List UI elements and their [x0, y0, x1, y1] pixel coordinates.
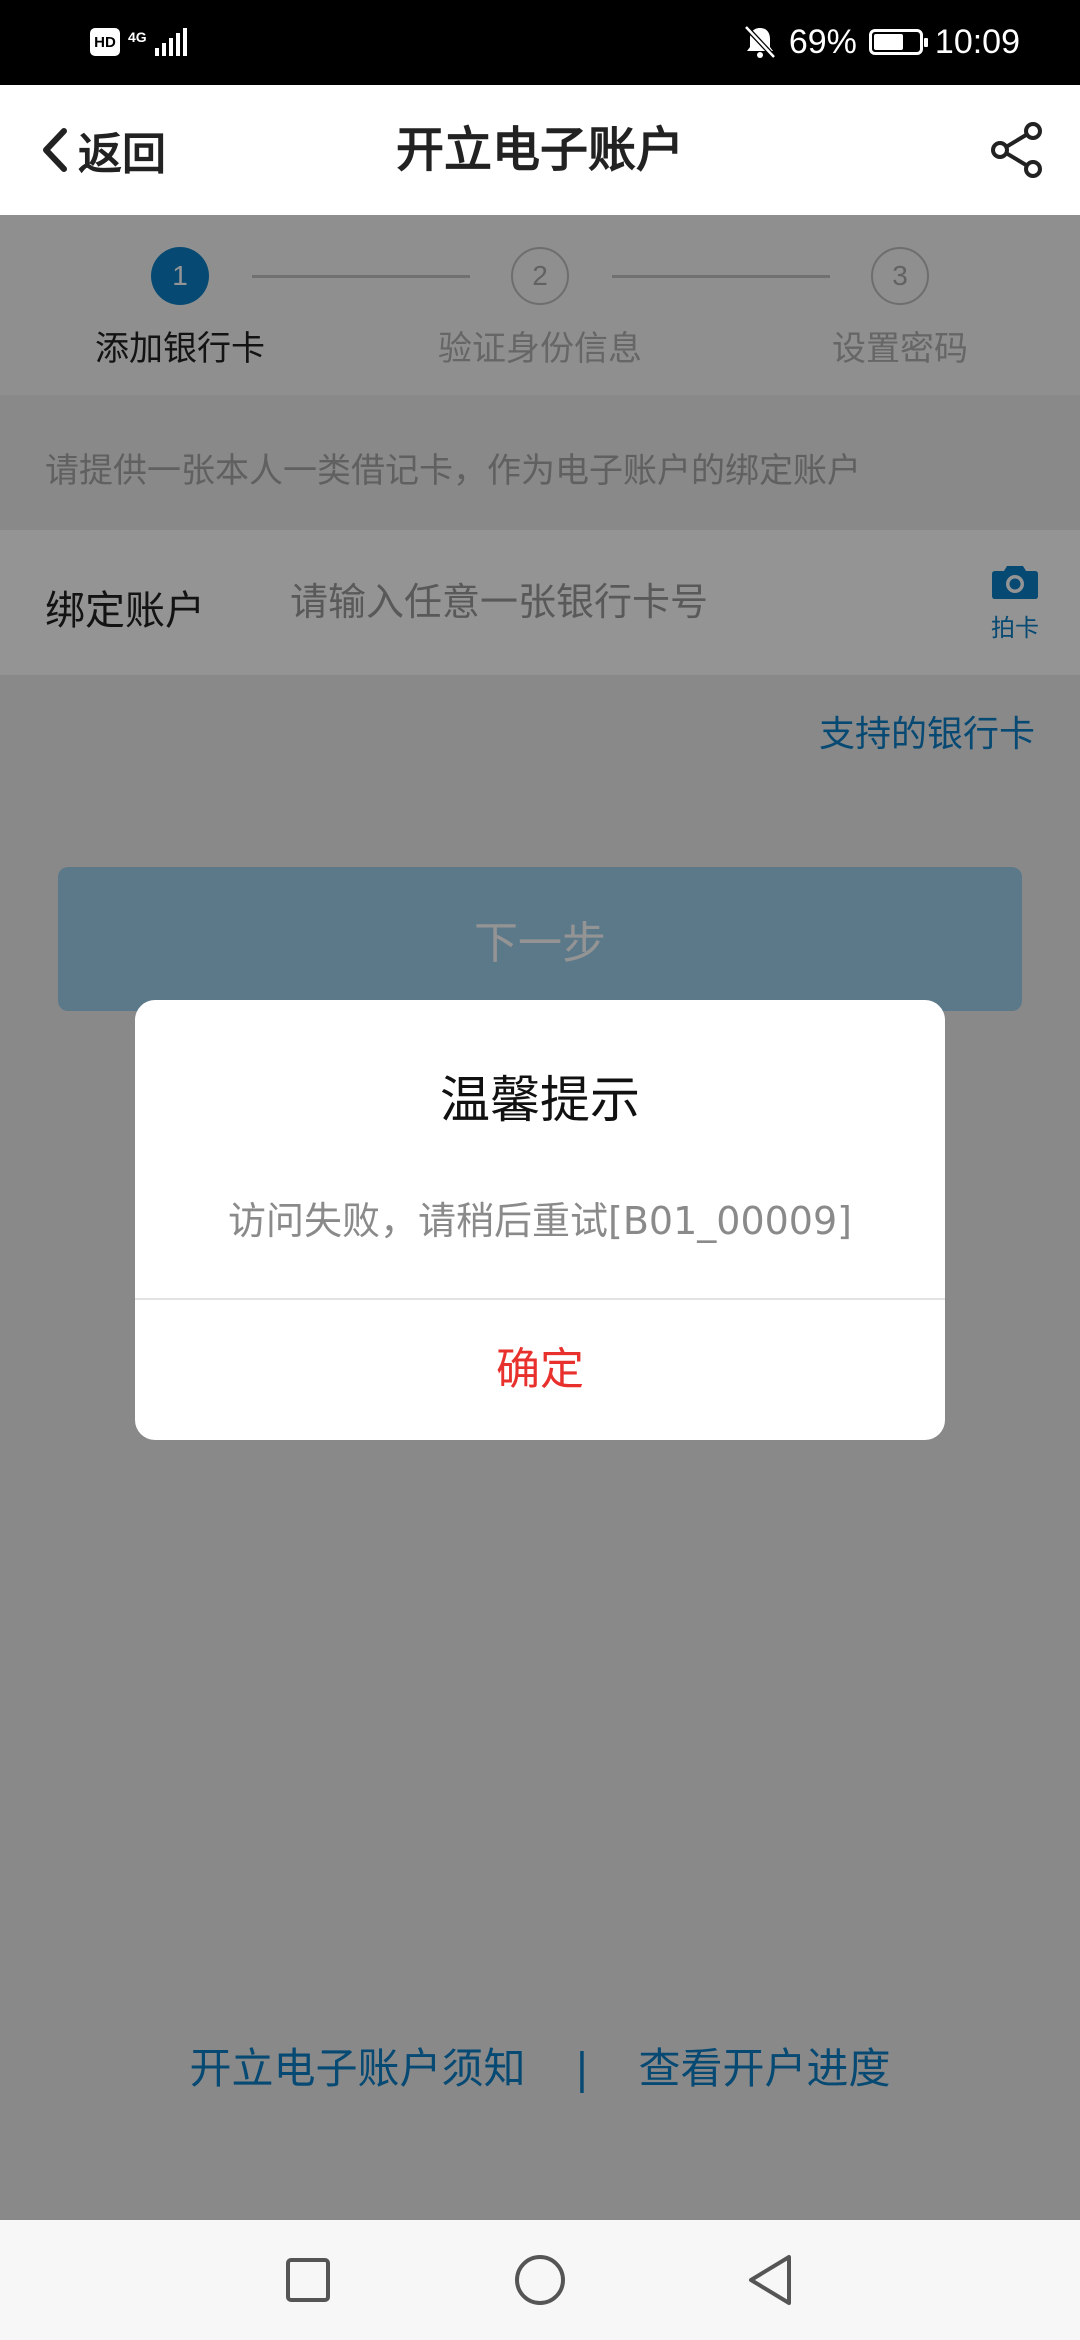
clock: 10:09 — [934, 22, 1020, 61]
status-left: HD 4G — [90, 22, 187, 62]
dialog-message: 访问失败，请稍后重试[B01_00009] — [228, 1199, 852, 1243]
network-type: 4G — [128, 29, 147, 45]
battery-icon — [868, 29, 928, 55]
share-button[interactable] — [982, 115, 1052, 185]
recent-apps-button[interactable] — [268, 2240, 348, 2320]
battery-percent: 69% — [788, 22, 857, 61]
status-right: 69% 10:09 — [743, 18, 1020, 66]
recent-apps-icon — [286, 2258, 330, 2302]
alert-dialog: 温馨提示 访问失败，请稍后重试[B01_00009] 确定 — [135, 1000, 945, 1440]
app-header: 返回 开立电子账户 — [0, 85, 1080, 215]
status-bar: HD 4G 69% 10:09 — [0, 0, 1080, 85]
confirm-button[interactable]: 确定 — [135, 1300, 945, 1440]
mute-bell-icon — [744, 25, 776, 59]
battery-fill — [873, 34, 904, 50]
dialog-title: 温馨提示 — [440, 1071, 640, 1129]
home-button[interactable] — [500, 2240, 580, 2320]
page-title: 开立电子账户 — [395, 122, 684, 178]
signal-icon — [154, 28, 187, 56]
home-icon — [515, 2255, 565, 2305]
system-nav-bar — [0, 2220, 1080, 2340]
hd-icon: HD — [90, 28, 120, 56]
back-nav-icon — [749, 2255, 791, 2305]
back-nav-button[interactable] — [730, 2240, 810, 2320]
share-icon — [991, 122, 1042, 178]
